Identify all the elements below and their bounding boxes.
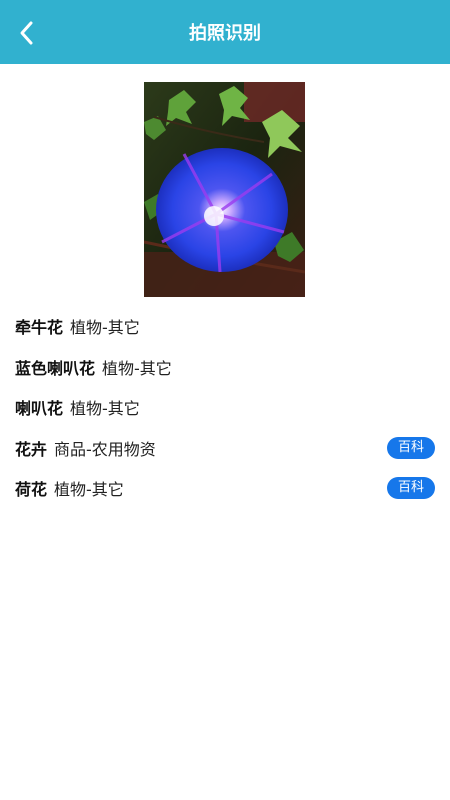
result-list: 牵牛花 植物-其它 蓝色喇叭花 植物-其它 喇叭花 植物-其它 花卉 商品-农用… [0, 306, 450, 509]
result-name: 荷花 [15, 480, 48, 500]
result-category: 植物-其它 [70, 399, 140, 419]
result-category: 植物-其它 [70, 318, 140, 338]
result-name: 牵牛花 [15, 318, 64, 338]
result-category: 植物-其它 [54, 480, 124, 500]
list-item[interactable]: 花卉 商品-农用物资 百科 [0, 428, 450, 469]
result-category: 植物-其它 [102, 358, 172, 378]
captured-photo [144, 82, 305, 297]
baike-button[interactable]: 百科 [387, 477, 435, 499]
list-item[interactable]: 蓝色喇叭花 植物-其它 [0, 347, 450, 388]
baike-button[interactable]: 百科 [387, 436, 435, 459]
result-name: 蓝色喇叭花 [15, 358, 96, 378]
back-button[interactable] [10, 16, 44, 50]
list-item[interactable]: 喇叭花 植物-其它 [0, 387, 450, 428]
result-name: 喇叭花 [15, 399, 64, 419]
result-name: 花卉 [15, 439, 48, 459]
list-item[interactable]: 荷花 植物-其它 百科 [0, 468, 450, 509]
list-item[interactable]: 牵牛花 植物-其它 [0, 306, 450, 347]
app-header: 拍照识别 [0, 0, 450, 64]
result-category: 商品-农用物资 [54, 439, 156, 459]
page-title: 拍照识别 [189, 23, 261, 44]
chevron-left-icon [20, 21, 33, 45]
